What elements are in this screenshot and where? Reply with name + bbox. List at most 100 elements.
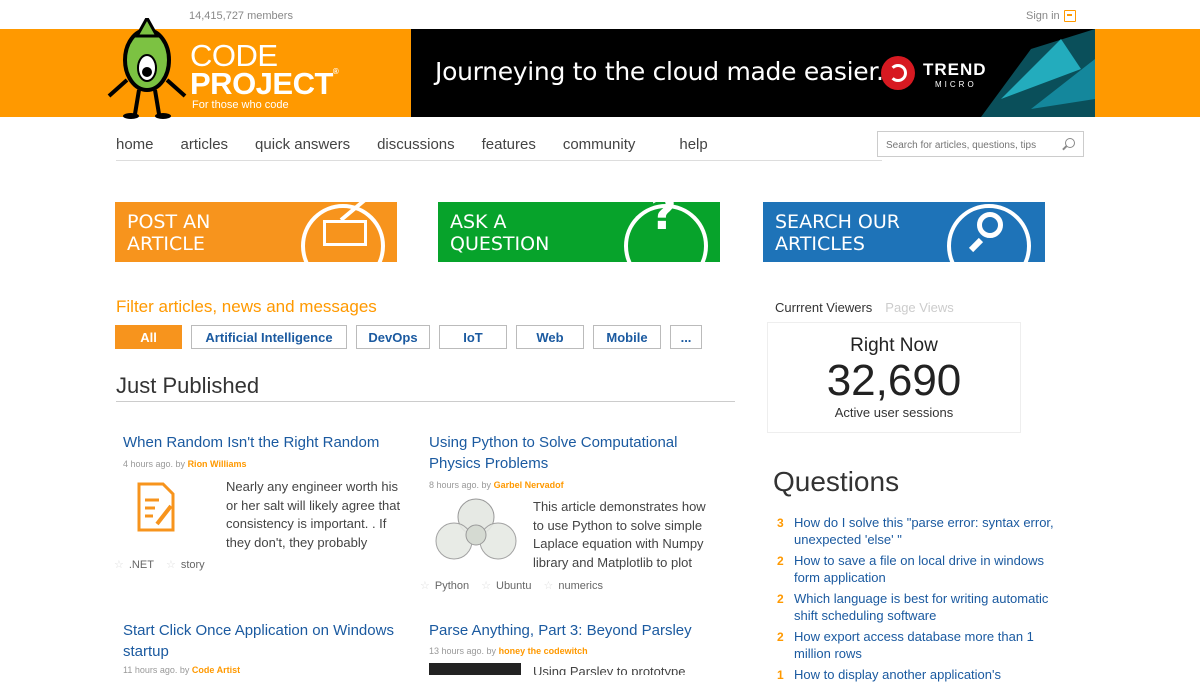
logo-text-project: PROJECT® (190, 66, 339, 101)
trend-micro-logo-icon (881, 56, 915, 90)
article-description: Nearly any engineer worth his or her sal… (226, 479, 401, 550)
search-articles-button[interactable]: SEARCH OUR ARTICLES (763, 202, 1045, 262)
ask-question-button[interactable]: ASK A QUESTION ? (438, 202, 720, 262)
search-icon[interactable] (1065, 138, 1075, 148)
nav-features[interactable]: features (482, 136, 536, 153)
answer-count: 3 (777, 516, 784, 530)
article-title[interactable]: Start Click Once Application on Windows … (123, 620, 418, 662)
article-author[interactable]: honey the codewitch (499, 646, 588, 656)
article-meta: 13 hours ago. by honey the codewitch (429, 646, 588, 656)
banner-graphic (981, 29, 1095, 117)
filter-title: Filter articles, news and messages (116, 297, 377, 316)
star-icon: ☆ (481, 580, 491, 592)
viewer-count: 32,690 (826, 356, 962, 405)
question-link[interactable]: How to save a file on local drive in win… (794, 552, 1062, 586)
article-tags: ☆ .NET ☆ story (114, 558, 205, 571)
sign-in-label: Sign in (1026, 10, 1060, 22)
question-item: 3 How do I solve this "parse error: synt… (777, 514, 1062, 548)
article-tag-label: .NET (128, 559, 154, 571)
questions-list: 3 How do I solve this "parse error: synt… (777, 514, 1062, 687)
article-meta: 4 hours ago. by Rion Williams (123, 459, 247, 469)
article-title[interactable]: Using Python to Solve Computational Phys… (429, 432, 719, 474)
post-article-button[interactable]: POST AN ARTICLE (115, 202, 397, 262)
search-input[interactable] (884, 133, 1068, 157)
sign-in-link[interactable]: Sign in (1026, 10, 1076, 22)
tab-current-viewers[interactable]: Currrent Viewers (775, 300, 872, 315)
article-tag[interactable]: ☆ story (166, 558, 205, 571)
sign-in-icon (1063, 10, 1076, 22)
article-title[interactable]: When Random Isn't the Right Random (123, 432, 413, 453)
article-meta-time: 4 hours ago. by (123, 459, 186, 469)
article-meta: 8 hours ago. by Garbel Nervadof (429, 480, 564, 490)
document-icon (137, 482, 175, 532)
question-link[interactable]: Which language is best for writing autom… (794, 590, 1062, 624)
nav-quick-answers[interactable]: quick answers (255, 136, 350, 153)
article-tag-label: Ubuntu (496, 580, 532, 592)
article-tag-label: story (180, 559, 205, 571)
viewer-count-caption: Active user sessions (834, 405, 954, 420)
banner-brand: TREND (923, 60, 987, 79)
star-icon: ☆ (114, 559, 124, 571)
magnifier-icon (977, 212, 1003, 238)
article-meta: 11 hours ago. by Code Artist (123, 665, 240, 675)
filter-tag-web[interactable]: Web (516, 325, 584, 349)
ad-banner[interactable]: Journeying to the cloud made easier. TRE… (411, 29, 1095, 117)
just-published-title: Just Published (116, 373, 260, 398)
registered-mark: ® (332, 67, 339, 76)
nav-home[interactable]: home (116, 136, 154, 153)
filter-tag-ai[interactable]: Artificial Intelligence (191, 325, 347, 349)
just-published-divider (116, 401, 735, 402)
question-link[interactable]: How export access database more than 1 m… (794, 628, 1062, 662)
questions-title: Questions (773, 466, 900, 497)
logo-project-word: PROJECT (190, 66, 333, 101)
article-meta-time: 13 hours ago. by (429, 646, 497, 656)
article-tag[interactable]: ☆ numerics (543, 579, 603, 592)
nav-discussions[interactable]: discussions (377, 136, 455, 153)
search-box (877, 131, 1084, 157)
question-link[interactable]: How do I solve this "parse error: syntax… (794, 514, 1062, 548)
answer-count: 2 (777, 554, 784, 568)
filter-tag-mobile[interactable]: Mobile (593, 325, 661, 349)
logo-tagline: For those who code (192, 99, 289, 111)
article-meta-time: 11 hours ago. by (123, 665, 190, 675)
edit-icon (323, 220, 367, 246)
article-tag[interactable]: ☆ Ubuntu (481, 579, 531, 592)
nav-help[interactable]: help (679, 136, 707, 153)
star-icon: ☆ (165, 559, 176, 571)
star-icon: ☆ (543, 580, 554, 592)
filter-tags: All Artificial Intelligence DevOps IoT W… (115, 325, 711, 349)
article-meta-time: 8 hours ago. by (429, 480, 492, 490)
nav-articles[interactable]: articles (181, 136, 229, 153)
article-author[interactable]: Rion Williams (188, 459, 247, 469)
answer-count: 2 (777, 630, 784, 644)
article-tag-label: Python (434, 580, 470, 592)
article-author[interactable]: Garbel Nervadof (494, 480, 564, 490)
question-mark-icon: ? (650, 202, 677, 240)
article-title[interactable]: Parse Anything, Part 3: Beyond Parsley (429, 620, 724, 641)
right-now-label: Right Now (850, 335, 938, 356)
banner-headline: Journeying to the cloud made easier. (435, 57, 884, 86)
article-description: Using Parsley to prototype (533, 664, 686, 675)
question-item: 2 How to save a file on local drive in w… (777, 552, 1062, 586)
banner-brand-sub: MICRO (935, 80, 977, 89)
main-nav: home articles quick answers discussions … (116, 136, 735, 153)
viewers-tabs: Currrent Viewers Page Views (775, 300, 954, 315)
star-icon: ☆ (420, 580, 430, 592)
answer-count: 2 (777, 592, 784, 606)
filter-tag-iot[interactable]: IoT (439, 325, 507, 349)
question-item: 2 Which language is best for writing aut… (777, 590, 1062, 624)
venn-diagram-thumbnail (435, 498, 517, 560)
viewers-panel: Right Now 32,690 Active user sessions (767, 322, 1021, 433)
article-description: This article demonstrates how to use Pyt… (533, 499, 706, 570)
filter-tag-devops[interactable]: DevOps (356, 325, 430, 349)
filter-tag-more[interactable]: ... (670, 325, 702, 349)
filter-tag-all[interactable]: All (115, 325, 182, 349)
article-tag-label: numerics (558, 580, 603, 592)
nav-divider (116, 160, 882, 161)
article-author[interactable]: Code Artist (192, 665, 240, 675)
article-tags: ☆ Python ☆ Ubuntu ☆ numerics (420, 579, 603, 592)
article-tag[interactable]: ☆ Python (420, 579, 469, 592)
nav-community[interactable]: community (563, 136, 636, 153)
tab-page-views[interactable]: Page Views (885, 300, 953, 315)
article-tag[interactable]: ☆ .NET (114, 558, 154, 571)
